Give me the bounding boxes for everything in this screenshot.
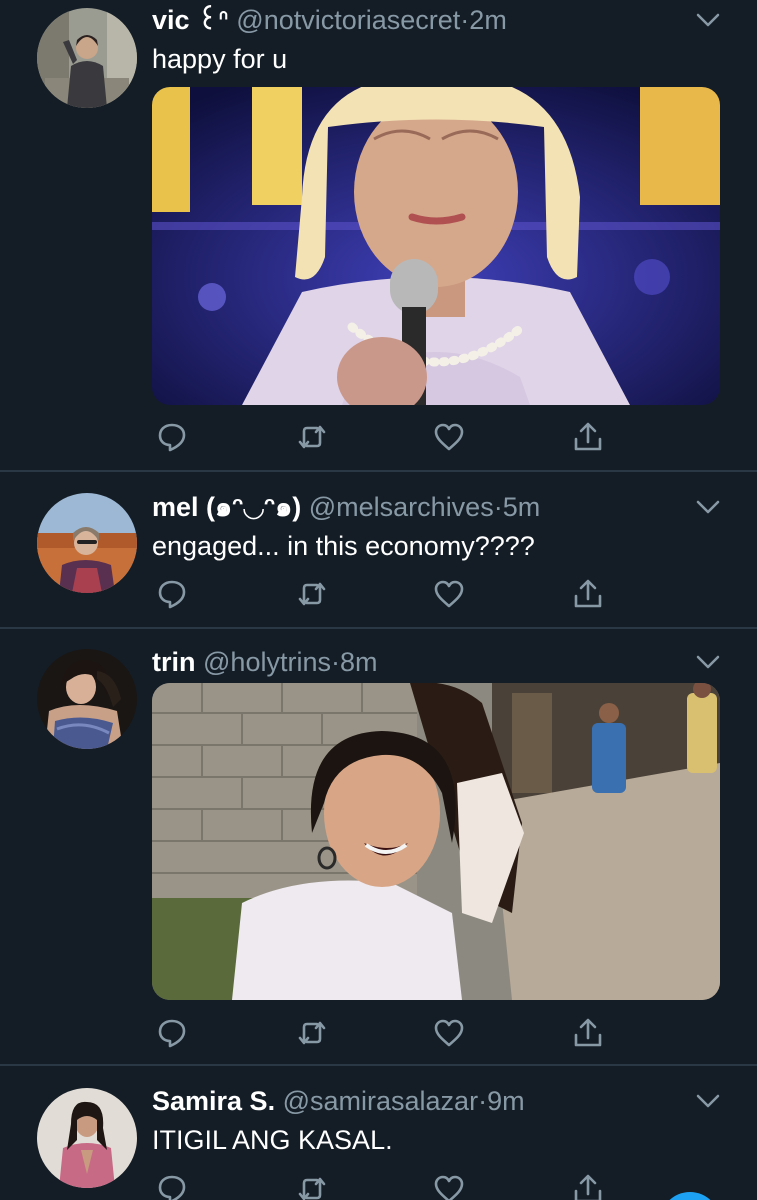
tweet-text: happy for u: [152, 44, 288, 74]
avatar-image: [37, 649, 137, 749]
tweet-text: ITIGIL ANG KASAL.: [152, 1125, 393, 1155]
avatar[interactable]: [37, 649, 137, 749]
chevron-down-icon[interactable]: [695, 1093, 721, 1109]
separator-dot: ·: [478, 1086, 488, 1116]
timestamp[interactable]: 2m: [469, 5, 507, 35]
reply-icon: [158, 1019, 186, 1048]
like-button[interactable]: [432, 1172, 466, 1200]
username[interactable]: @melsarchives: [309, 492, 494, 522]
display-name[interactable]: mel (๑ᵔ◡ᵔ๑): [152, 492, 301, 522]
tweet-media[interactable]: [152, 87, 720, 405]
tweet[interactable]: mel (๑ᵔ◡ᵔ๑) @melsarchives·5m engaged... …: [0, 472, 757, 627]
share-button[interactable]: [571, 420, 605, 454]
like-icon: [434, 423, 464, 451]
retweet-button[interactable]: [295, 1016, 329, 1050]
share-icon: [574, 422, 602, 451]
avatar[interactable]: [37, 493, 137, 593]
chevron-down-icon[interactable]: [695, 499, 721, 515]
tweet-header: trin @holytrins·8m: [152, 645, 377, 679]
timeline-feed: vic ꒰ᐢ @notvictoriasecret·2m happy for u: [0, 0, 757, 1200]
timestamp[interactable]: 8m: [340, 647, 378, 677]
username[interactable]: @samirasalazar: [283, 1086, 478, 1116]
avatar[interactable]: [37, 8, 137, 108]
share-icon: [574, 1018, 602, 1047]
retweet-button[interactable]: [295, 577, 329, 611]
like-button[interactable]: [432, 577, 466, 611]
tweet-text: engaged... in this economy????: [152, 531, 535, 561]
reply-icon: [158, 423, 186, 452]
tweet-image: [152, 683, 720, 1000]
share-button[interactable]: [571, 1172, 605, 1200]
avatar-image: [37, 8, 137, 108]
avatar[interactable]: [37, 1088, 137, 1188]
retweet-button[interactable]: [295, 420, 329, 454]
retweet-icon: [298, 425, 326, 449]
share-button[interactable]: [571, 577, 605, 611]
separator-dot: ·: [460, 5, 470, 35]
tweet-header: Samira S. @samirasalazar·9m: [152, 1084, 525, 1118]
reply-icon: [158, 580, 186, 609]
separator-dot: ·: [493, 492, 503, 522]
username[interactable]: @notvictoriasecret: [236, 5, 460, 35]
reply-button[interactable]: [155, 420, 189, 454]
tweet[interactable]: trin @holytrins·8m: [0, 629, 757, 1064]
like-icon: [434, 1175, 464, 1200]
tweet-header: mel (๑ᵔ◡ᵔ๑) @melsarchives·5m: [152, 490, 540, 524]
like-button[interactable]: [432, 420, 466, 454]
tweet-media[interactable]: [152, 683, 720, 1000]
like-button[interactable]: [432, 1016, 466, 1050]
retweet-button[interactable]: [295, 1172, 329, 1200]
display-name[interactable]: vic ꒰ᐢ: [152, 5, 229, 35]
retweet-icon: [298, 582, 326, 606]
display-name[interactable]: trin: [152, 647, 196, 677]
display-name[interactable]: Samira S.: [152, 1086, 275, 1116]
chevron-down-icon[interactable]: [695, 12, 721, 28]
share-icon: [574, 579, 602, 608]
avatar-image: [37, 1088, 137, 1188]
timestamp[interactable]: 5m: [503, 492, 541, 522]
retweet-icon: [298, 1021, 326, 1045]
tweet-image: [152, 87, 720, 405]
reply-button[interactable]: [155, 1172, 189, 1200]
reply-button[interactable]: [155, 1016, 189, 1050]
retweet-icon: [298, 1177, 326, 1200]
tweet[interactable]: Samira S. @samirasalazar·9m ITIGIL ANG K…: [0, 1066, 757, 1200]
share-icon: [574, 1174, 602, 1200]
separator-dot: ·: [330, 647, 340, 677]
share-button[interactable]: [571, 1016, 605, 1050]
reply-icon: [158, 1175, 186, 1200]
like-icon: [434, 580, 464, 608]
reply-button[interactable]: [155, 577, 189, 611]
timestamp[interactable]: 9m: [487, 1086, 525, 1116]
tweet[interactable]: vic ꒰ᐢ @notvictoriasecret·2m happy for u: [0, 0, 757, 470]
username[interactable]: @holytrins: [203, 647, 331, 677]
like-icon: [434, 1019, 464, 1047]
chevron-down-icon[interactable]: [695, 654, 721, 670]
avatar-image: [37, 493, 137, 593]
tweet-header: vic ꒰ᐢ @notvictoriasecret·2m: [152, 3, 507, 37]
